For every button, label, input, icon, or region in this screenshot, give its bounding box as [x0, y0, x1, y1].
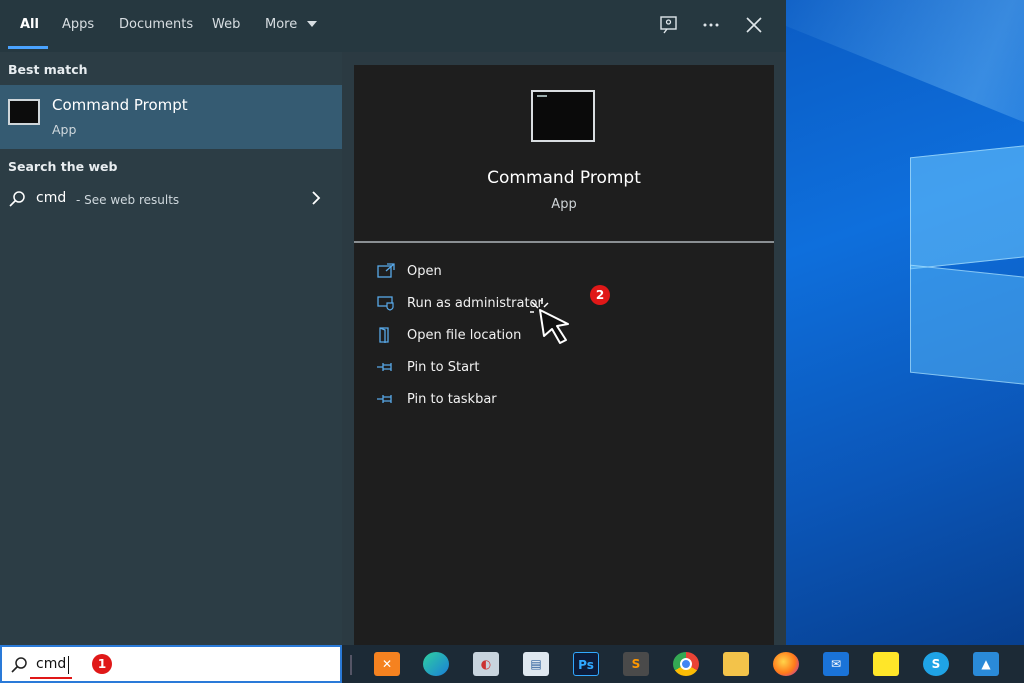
step-1-badge: 1: [92, 654, 112, 674]
best-match-heading: Best match: [8, 62, 88, 77]
action-run-as-administrator[interactable]: Run as administrator: [376, 291, 676, 317]
best-match-subtitle: App: [52, 122, 77, 137]
action-label: Open file location: [407, 328, 522, 343]
pin-icon: [377, 395, 392, 403]
web-query: cmd: [36, 190, 67, 206]
photos-icon[interactable]: ▲: [973, 652, 999, 676]
action-label: Pin to taskbar: [407, 392, 497, 407]
search-icon: [9, 191, 25, 207]
open-icon: [377, 263, 395, 278]
taskbar-separator: [350, 655, 352, 675]
edge-icon[interactable]: [423, 652, 449, 676]
web-results-label: - See web results: [76, 193, 180, 207]
wallpaper-light-beam: [786, 0, 1024, 165]
skype-icon[interactable]: S: [923, 652, 949, 676]
scanner-icon[interactable]: ▤: [523, 652, 549, 676]
tab-all[interactable]: All: [20, 0, 39, 52]
search-web-heading: Search the web: [8, 159, 118, 174]
file-explorer-icon[interactable]: [723, 652, 749, 676]
firefox-icon[interactable]: [773, 652, 799, 676]
search-query-text: cmd: [36, 656, 67, 672]
search-icon: [11, 657, 27, 673]
wallpaper-window-pane: [910, 142, 1024, 270]
desktop-wallpaper: [786, 0, 1024, 645]
more-options-icon[interactable]: [698, 12, 724, 38]
step-2-badge: 2: [590, 285, 610, 305]
pin-icon: [377, 363, 392, 371]
tab-more[interactable]: More: [265, 0, 318, 52]
tab-web[interactable]: Web: [212, 0, 240, 52]
best-match-title: Command Prompt: [52, 96, 188, 114]
chrome-center-icon: [680, 658, 692, 670]
mail-icon[interactable]: ✉: [823, 652, 849, 676]
action-pin-to-start[interactable]: Pin to Start: [376, 355, 676, 381]
xampp-icon[interactable]: ✕: [374, 652, 400, 676]
command-prompt-icon: [8, 99, 40, 125]
feedback-icon[interactable]: [656, 12, 682, 38]
photoshop-icon[interactable]: Ps: [573, 652, 599, 676]
search-tabs-bar: All Apps Documents Web More: [0, 0, 786, 52]
action-open[interactable]: Open: [376, 259, 676, 285]
results-pane: Best match Command Prompt App Search the…: [0, 52, 342, 645]
action-label: Run as administrator: [407, 296, 543, 311]
chevron-down-icon: [307, 21, 318, 27]
file-location-icon: [379, 327, 389, 343]
active-tab-indicator: [8, 46, 48, 49]
action-pin-to-taskbar[interactable]: Pin to taskbar: [376, 387, 676, 413]
run-as-admin-icon: [377, 296, 394, 311]
close-icon[interactable]: [741, 12, 767, 38]
search-menu: All Apps Documents Web More Best match C…: [0, 0, 786, 645]
chevron-right-icon[interactable]: [310, 190, 322, 206]
tab-documents[interactable]: Documents: [119, 0, 193, 52]
detail-subtitle: App: [551, 197, 577, 212]
command-prompt-icon: [531, 90, 595, 142]
web-search-result[interactable]: cmd - See web results: [0, 187, 342, 217]
text-caret: [68, 656, 69, 674]
sublime-text-icon[interactable]: S: [623, 652, 649, 676]
mouse-pointer-icon: [530, 298, 569, 344]
tab-apps[interactable]: Apps: [62, 0, 94, 52]
detail-divider: [354, 241, 774, 243]
sticky-notes-icon[interactable]: [873, 652, 899, 676]
search-input[interactable]: cmd 1: [0, 645, 342, 683]
wallpaper-window-pane: [910, 264, 1024, 388]
tab-more-label: More: [265, 17, 298, 32]
chrome-icon[interactable]: [673, 652, 699, 676]
best-match-result[interactable]: Command Prompt App: [0, 85, 342, 149]
search-underline-annotation: [30, 677, 72, 679]
detail-pane: Command Prompt App Open Run as administr…: [354, 65, 774, 645]
settings-tool-icon[interactable]: ◐: [473, 652, 499, 676]
taskbar: cmd 1 ✕ ◐ ▤ Ps S ✉ S ▲: [0, 645, 1024, 683]
action-open-file-location[interactable]: Open file location: [376, 323, 676, 349]
action-label: Pin to Start: [407, 360, 480, 375]
detail-title: Command Prompt: [487, 168, 641, 188]
action-label: Open: [407, 264, 442, 279]
